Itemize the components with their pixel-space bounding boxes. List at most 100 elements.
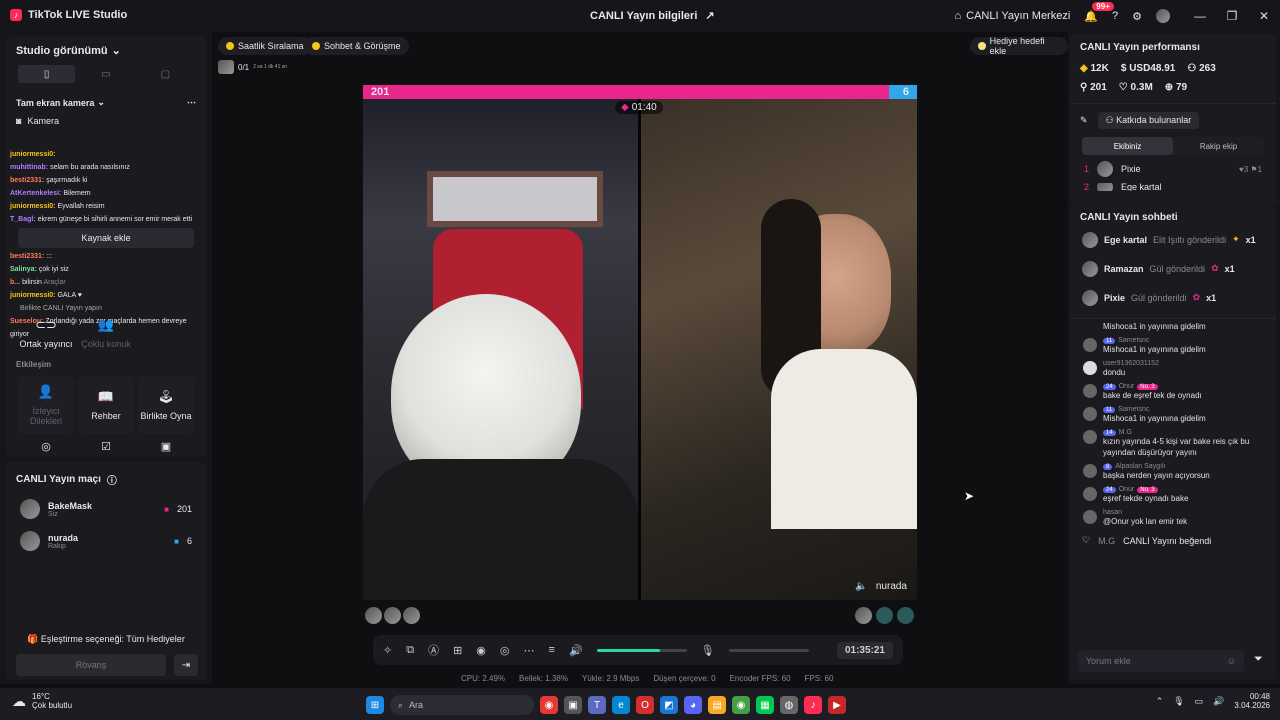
store-icon[interactable]: ◩ [660,696,678,714]
avatar[interactable] [897,607,914,624]
users-icon: ⚇ [1187,63,1197,74]
right-panel: CANLI Yayın performansı ◆ 12K $ USD48.91… [1068,32,1280,684]
live-center-button[interactable]: ⌂ CANLI Yayın Merkezi [955,10,1071,22]
layout-button[interactable]: ▢ [137,65,194,83]
mic-icon[interactable]: 🎙 [1173,696,1184,707]
effects-icon[interactable]: ⧉ [406,644,414,657]
avatar[interactable] [855,607,872,624]
multi-guest-label: Çoklu konuk [81,339,131,349]
emoji-icon[interactable]: ☺ [1227,656,1236,666]
speaker-icon[interactable]: 🔈 [855,581,867,592]
chat-overlay-line: juniormessi0: Eyvallah reisim [10,203,105,210]
camera-source[interactable]: ◙ Kamera [6,114,206,128]
landscape-button[interactable]: ▭ [77,65,134,83]
ai-icon[interactable]: Ⓐ [428,642,439,658]
help-icon[interactable]: ⓘ [107,472,117,487]
co-host-button[interactable]: ⊂⊃ Ortak yayıncı [18,304,74,362]
chevron-up-icon[interactable]: ⌃ [1156,696,1164,707]
profile-avatar[interactable] [1156,9,1170,23]
scene-dropdown[interactable]: Tam ekran kamera ⌄ [16,97,105,108]
rematch-label: Rövanş [75,660,107,670]
windows-start-icon[interactable]: ⊞ [366,696,384,714]
avatar [1156,9,1170,23]
player-row-self: BakeMask Siz ■ 201 [6,493,206,525]
chrome-alt-icon[interactable]: ◉ [732,696,750,714]
folder-icon[interactable]: ▤ [708,696,726,714]
more-icon[interactable]: ⋯ [187,97,196,108]
app-icon[interactable]: ▦ [756,696,774,714]
help-button[interactable]: ? [1112,10,1118,22]
rematch-button[interactable]: Rövanş [16,654,166,676]
target-icon[interactable]: ◎ [18,440,74,456]
teams-icon[interactable]: T [588,696,606,714]
avatar[interactable] [403,607,420,624]
like-event: ♡ M.G CANLI Yayını beğendi [1082,535,1212,546]
clock-time: 00:48 [1249,692,1270,701]
mic-slider[interactable] [728,648,809,652]
chat-call-chip[interactable]: Sohbet & Görüşme [304,37,409,55]
box-icon[interactable]: ▣ [138,440,194,456]
performance-panel: CANLI Yayın performansı ◆ 12K $ USD48.91… [1070,34,1276,206]
opponent-label: 🔈 nurada [855,581,907,592]
notifications-button[interactable]: 🔔 99+ [1084,1,1114,23]
match-option[interactable]: 🎁 Eşleştirme seçeneği: Tüm Hediyeler [6,634,206,645]
mic-icon[interactable]: 🎙 [701,644,715,657]
filter-icon[interactable]: ⏷ [1254,653,1263,666]
avatar [1082,260,1098,277]
live-info-button[interactable]: CANLI Yayın bilgileri ↗ [590,9,715,23]
studio-view-dropdown[interactable]: Studio görünümü ⌄ [6,36,206,58]
contributors-button[interactable]: ⚇ Katkıda bulunanlar [1097,112,1200,129]
hourly-ranking-chip[interactable]: Saatlik Sıralama [218,37,312,55]
app-icon[interactable]: ◍ [780,696,798,714]
volume-slider[interactable] [596,648,687,652]
tab-rival-team[interactable]: Rakip ekip [1173,137,1264,155]
comment-input[interactable]: Yorum ekle ☺ [1078,650,1244,672]
opera-icon[interactable]: O [636,696,654,714]
tiktok-studio-icon[interactable]: ♪ [804,696,822,714]
taskbar-search[interactable]: ⌕ Ara [390,695,534,715]
network-icon[interactable]: ▭ [1195,696,1204,707]
maximize-button[interactable]: ❐ [1216,9,1248,23]
camera-settings-icon[interactable]: ◎ [500,644,510,657]
gift-icon: 🎁 [27,634,39,644]
volume-icon[interactable]: 🔊 [1213,696,1224,707]
clock[interactable]: 00:48 3.04.2026 [1234,692,1270,710]
tab-your-team[interactable]: Ekibiniz [1082,137,1173,155]
live-chat-panel: CANLI Yayın sohbeti Ege kartal Elit Işılt… [1070,206,1276,680]
settings-button[interactable]: ⚙ [1132,10,1142,23]
person-icon: 👤 [37,384,55,399]
chat-overlay-line: juniormessi0: [10,151,56,158]
more-icon[interactable]: ⋯ [524,644,535,657]
weather-desc: Çok bulutlu [32,701,73,710]
portrait-button[interactable]: ▯ [18,65,76,83]
live-preview[interactable]: 201 6 🔈 nurada ◆ 01:40 [363,85,917,600]
perf-row-1: ◆ 12K $ USD48.91 ⚇ 263 [1070,61,1276,76]
discord-icon[interactable]: ◕ [684,696,702,714]
mixer-icon[interactable]: ≡ [549,644,555,656]
multi-guest-button[interactable]: 👥 Çoklu konuk [78,304,134,362]
record-icon[interactable]: ◉ [476,644,486,657]
avatar[interactable] [384,607,401,624]
checklist-icon[interactable]: ☑ [78,440,134,456]
exit-match-button[interactable]: ⇥ [174,654,198,676]
play-together-button[interactable]: 🕹 Birlikte Oyna [138,376,194,434]
youtube-icon[interactable]: ▶ [828,696,846,714]
taskview-icon[interactable]: ▣ [564,696,582,714]
guide-label: Rehber [91,411,121,421]
add-source-button[interactable]: Kaynak ekle [18,228,194,248]
avatar[interactable] [876,607,893,624]
minimize-button[interactable]: — [1184,9,1216,23]
weather-widget[interactable]: ☁ 16°C Çok bulutlu [12,692,72,710]
volume-icon[interactable]: 🔊 [569,644,583,657]
edit-user-icon[interactable]: ✎ [1080,115,1088,126]
gift-event: Pixie Gül gönderildi ✿ x1 [1070,283,1276,312]
add-scene-icon[interactable]: ⊞ [453,644,462,657]
magic-wand-icon[interactable]: ✧ [383,644,392,657]
viewer-requests-button[interactable]: 👤 İzleyici Dilekleri [18,376,74,434]
gift-goal-chip[interactable]: Hediye hedefi ekle [970,36,1068,56]
edge-icon[interactable]: e [612,696,630,714]
chrome-icon[interactable]: ◉ [540,696,558,714]
guide-button[interactable]: 📖 Rehber [78,376,134,434]
close-button[interactable]: ✕ [1248,9,1280,23]
avatar[interactable] [365,607,382,624]
